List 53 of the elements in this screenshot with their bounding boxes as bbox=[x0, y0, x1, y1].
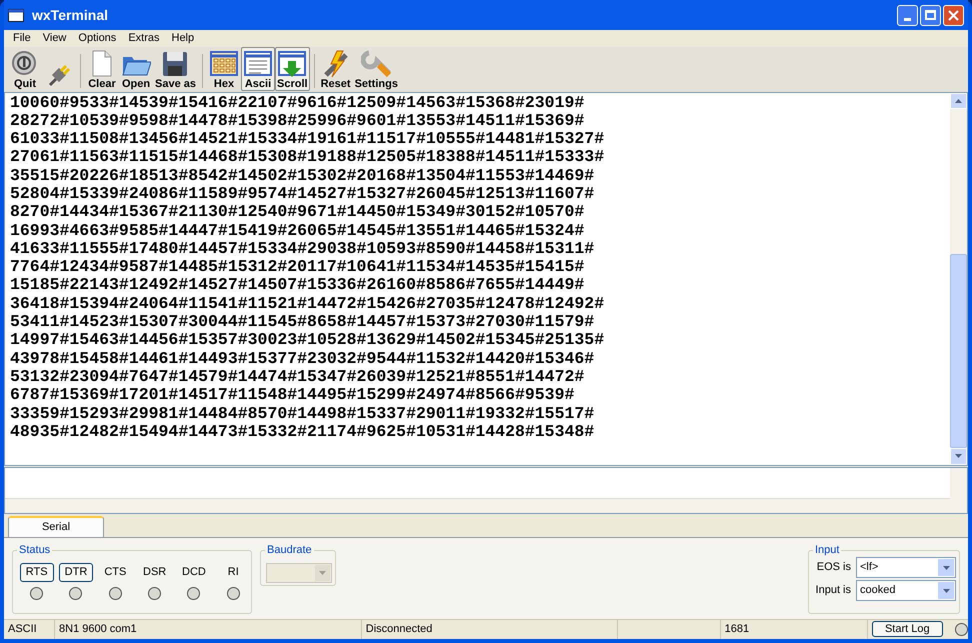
dropdown[interactable]: <lf> bbox=[856, 557, 956, 578]
maximize-button[interactable] bbox=[920, 4, 941, 26]
scroll-button[interactable]: Scroll bbox=[274, 46, 310, 90]
menu-item[interactable]: File bbox=[8, 30, 36, 46]
status-field: 8N1 9600 com1 bbox=[55, 620, 362, 639]
up-arrow-icon bbox=[955, 98, 962, 103]
vertical-scrollbar[interactable] bbox=[950, 468, 967, 514]
scroll-thumb[interactable] bbox=[950, 254, 967, 448]
signal-label: DCD bbox=[182, 565, 206, 580]
wrench-icon bbox=[361, 48, 392, 78]
close-icon bbox=[948, 10, 959, 20]
status-field: Disconnected bbox=[362, 620, 618, 639]
dropdown[interactable]: cooked bbox=[856, 580, 956, 602]
input-area[interactable] bbox=[4, 466, 968, 514]
status-field: 1681 bbox=[720, 620, 868, 639]
reset-button[interactable]: Reset bbox=[318, 46, 353, 90]
grid-window-icon bbox=[208, 48, 239, 78]
quit-button[interactable]: Quit bbox=[8, 46, 42, 90]
terminal-output: 10060#9533#14539#15416#22107#9616#12509#14563#15368#23019# 28272#10539#9598#14478#15398#25996#9601#13553#14511#15369# 61033#11508#13456#14521#15334#19161#11517#10555#14481#15327# 27061#11563#11515#14468#15308#19188#12505#18388#14511#15333# 35515#20226#18513#8542#14502#15302#20168#13504#11553#14469# 52804#15339#24086#11589#9574#14527#15327#26045#12513#11607# 8270#14434#15367#21130#12540#9671#14450#15349#30152#10570# 16993#4663#9585#14447#15419#26065#14545#13551#14465#15324# 41633#11555#17480#14457#15334#29038#10593#8590#14458#15311# 7764#12434#9587#14485#15312#20117#10641#11534#14535#15415# 15185#22143#12492#14527#14507#15336#26160#8586#7655#14449# 36418#15394#24064#11541#11521#14472#15426#27035#12478#12492# 53411#14523#15307#30044#11545#8658#14457#15373#27030#11579# 14997#15463#14456#15357#30023#10528#13629#14502#15345#25135# 43978#15458#14461#14493#15377#23032#9544#11532#14420#15346# 53132#23094#7647#14579#14474#15347#26039#12521#8551#14472# 6787#15369#17201#14517#11548#14495#15299#24974#8566#9539# 33359#15293#29981#14484#8570#14498#15337#29011#19332#15517# 48935#12482#15494#14473#15332#21174#9625#10531#14428#15348# bbox=[9, 92, 606, 443]
down-arrow-icon bbox=[955, 454, 962, 458]
save-button[interactable]: Save as bbox=[153, 46, 198, 90]
down-arrow-window-icon bbox=[277, 48, 308, 78]
dropdown-arrow-icon bbox=[319, 571, 326, 576]
start-log-button[interactable]: Start Log bbox=[872, 621, 943, 638]
dropdown-arrow-icon bbox=[942, 566, 950, 570]
signal-button[interactable]: RTS bbox=[20, 563, 54, 582]
menu-item[interactable]: Extras bbox=[123, 30, 164, 46]
window-title: wxTerminal bbox=[32, 6, 109, 24]
status-field: ASCII bbox=[4, 620, 56, 639]
field-label: EOS is bbox=[816, 560, 851, 576]
settings-button[interactable]: Settings bbox=[352, 46, 400, 90]
scroll-up-button[interactable] bbox=[950, 92, 967, 110]
signal-label: RI bbox=[228, 565, 239, 580]
close-button[interactable] bbox=[943, 4, 964, 26]
signal-label: CTS bbox=[104, 565, 126, 580]
menu-item[interactable]: Options bbox=[73, 30, 122, 46]
clear-button[interactable]: Clear bbox=[85, 46, 119, 90]
ascii-button[interactable]: Ascii bbox=[240, 46, 275, 90]
window-icon bbox=[8, 8, 24, 22]
scroll-down-button[interactable] bbox=[950, 448, 967, 465]
menu-item[interactable]: Help bbox=[166, 30, 200, 46]
minimize-button[interactable] bbox=[897, 4, 918, 26]
text-window-icon bbox=[242, 48, 273, 78]
hex-button[interactable]: Hex bbox=[206, 46, 241, 90]
dropdown-arrow-icon bbox=[942, 588, 950, 593]
signal-button[interactable]: DTR bbox=[58, 563, 93, 582]
field-label: Input is bbox=[816, 583, 851, 598]
menu-item[interactable]: View bbox=[38, 30, 72, 46]
vertical-scrollbar[interactable] bbox=[950, 92, 967, 464]
horizontal-scrollbar[interactable] bbox=[5, 498, 950, 514]
open-button[interactable]: Open bbox=[119, 46, 153, 90]
tab[interactable]: Serial bbox=[8, 516, 104, 538]
signal-label: DSR bbox=[143, 565, 166, 580]
